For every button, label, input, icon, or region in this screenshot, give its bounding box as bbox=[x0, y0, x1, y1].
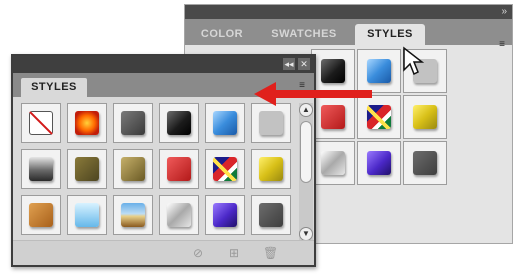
style-preview-black bbox=[167, 111, 191, 135]
tab-styles[interactable]: STYLES bbox=[355, 24, 425, 45]
style-swatch-steel[interactable] bbox=[21, 149, 61, 189]
style-swatch-mosaic[interactable] bbox=[205, 149, 245, 189]
style-swatch-dkgray[interactable] bbox=[113, 103, 153, 143]
style-swatch-landscape[interactable] bbox=[113, 195, 153, 235]
style-swatch-charcoal[interactable] bbox=[251, 195, 291, 235]
style-preview-blue bbox=[213, 111, 237, 135]
style-preview-copper bbox=[29, 203, 53, 227]
style-swatch-bronze[interactable] bbox=[113, 149, 153, 189]
style-preview-landscape bbox=[121, 203, 145, 227]
red-arrow-annotation bbox=[254, 82, 372, 106]
style-preview-charcoal bbox=[259, 203, 283, 227]
scroll-thumb[interactable] bbox=[300, 121, 312, 183]
style-preview-none bbox=[29, 111, 53, 135]
style-swatch-yellow[interactable] bbox=[403, 95, 447, 139]
scroll-down-icon[interactable]: ▼ bbox=[299, 227, 313, 241]
style-preview-red bbox=[167, 157, 191, 181]
style-preview-silver bbox=[167, 203, 191, 227]
style-preview-red bbox=[321, 105, 345, 129]
style-preview-ltgray bbox=[259, 111, 283, 135]
new-style-icon[interactable]: ⊞ bbox=[227, 246, 241, 260]
style-preview-sky bbox=[75, 203, 99, 227]
style-preview-bronze bbox=[121, 157, 145, 181]
style-preview-purple bbox=[213, 203, 237, 227]
style-swatch-silver[interactable] bbox=[159, 195, 199, 235]
collapse-icon[interactable]: ◂◂ bbox=[283, 58, 295, 70]
floating-panel-titlebar[interactable]: ◂◂ ✕ bbox=[13, 56, 314, 73]
delete-icon[interactable]: 🗑 bbox=[263, 246, 278, 260]
style-swatch-silver[interactable] bbox=[311, 141, 355, 185]
style-swatch-purple[interactable] bbox=[205, 195, 245, 235]
style-preview-purple bbox=[367, 151, 391, 175]
style-swatch-copper[interactable] bbox=[21, 195, 61, 235]
style-preview-steel bbox=[29, 157, 53, 181]
background-tab-bar: COLOR SWATCHES STYLES ≡ bbox=[185, 19, 512, 50]
style-swatch-black[interactable] bbox=[159, 103, 199, 143]
style-swatch-glow[interactable] bbox=[67, 103, 107, 143]
floating-styles-grid bbox=[21, 103, 297, 241]
panel-bottom-bar: ⊘ ⊞ 🗑 bbox=[13, 240, 314, 265]
tab-styles-floating[interactable]: STYLES bbox=[21, 78, 87, 97]
style-preview-glow bbox=[75, 111, 99, 135]
style-preview-yellow bbox=[413, 105, 437, 129]
background-panel-titlebar[interactable]: » bbox=[185, 5, 512, 19]
double-arrow-icon[interactable]: » bbox=[501, 6, 507, 18]
tab-swatches[interactable]: SWATCHES bbox=[261, 24, 347, 45]
style-swatch-ltgray[interactable] bbox=[251, 103, 291, 143]
style-swatch-sky[interactable] bbox=[67, 195, 107, 235]
tab-color[interactable]: COLOR bbox=[191, 24, 253, 45]
style-preview-dkgray bbox=[121, 111, 145, 135]
style-preview-mosaic bbox=[367, 105, 391, 129]
style-swatch-olive[interactable] bbox=[67, 149, 107, 189]
style-swatch-yellow[interactable] bbox=[251, 149, 291, 189]
style-swatch-charcoal[interactable] bbox=[403, 141, 447, 185]
style-swatch-blue[interactable] bbox=[205, 103, 245, 143]
move-cursor-icon bbox=[403, 46, 424, 76]
close-icon[interactable]: ✕ bbox=[298, 58, 310, 70]
vertical-scrollbar[interactable]: ▲ ▼ bbox=[299, 103, 313, 241]
style-swatch-purple[interactable] bbox=[357, 141, 401, 185]
break-link-icon[interactable]: ⊘ bbox=[191, 246, 205, 260]
style-preview-charcoal bbox=[413, 151, 437, 175]
style-preview-silver bbox=[321, 151, 345, 175]
red-arrow-shape bbox=[254, 82, 372, 106]
style-swatch-red[interactable] bbox=[159, 149, 199, 189]
style-preview-mosaic bbox=[213, 157, 237, 181]
style-preview-olive bbox=[75, 157, 99, 181]
style-preview-yellow bbox=[259, 157, 283, 181]
style-swatch-none[interactable] bbox=[21, 103, 61, 143]
